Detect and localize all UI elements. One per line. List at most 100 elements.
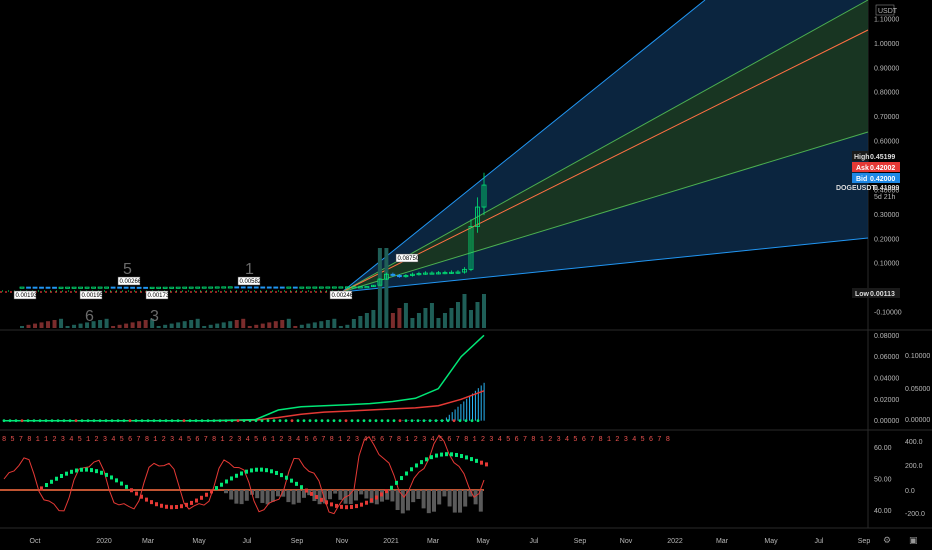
oscillator-step	[485, 462, 488, 467]
snapshot-icon[interactable]: ▣	[909, 536, 918, 546]
candle-body[interactable]	[397, 275, 402, 278]
quote-low-label: Low	[855, 291, 870, 298]
candle-body[interactable]	[65, 286, 70, 289]
candle-body[interactable]	[292, 286, 298, 289]
volume-bar	[98, 320, 103, 328]
volume-bar	[332, 318, 337, 328]
candle-body[interactable]	[71, 286, 77, 289]
momentum-dot	[470, 419, 474, 423]
candle-body[interactable]	[156, 286, 162, 289]
candle-body[interactable]	[331, 286, 337, 289]
candle-body[interactable]	[325, 286, 331, 289]
oscillator-step	[465, 455, 468, 460]
settings-icon[interactable]: ⚙	[883, 536, 891, 546]
candle-body[interactable]	[110, 286, 116, 289]
quote-high-label: High	[854, 154, 870, 161]
momentum-dot	[428, 419, 432, 423]
momentum-signal-line[interactable]	[4, 390, 485, 422]
candle-body[interactable]	[312, 286, 318, 289]
momentum-dot	[116, 419, 120, 423]
candle-body[interactable]	[175, 286, 181, 289]
candle-body[interactable]	[78, 286, 83, 289]
candle-body[interactable]	[39, 286, 44, 289]
volume-bar	[65, 326, 70, 328]
candle-body[interactable]	[26, 286, 31, 289]
oscillator-panel[interactable]	[0, 434, 488, 515]
candle-body[interactable]	[91, 286, 96, 289]
oscillator-step	[440, 452, 443, 457]
candle-body[interactable]	[32, 286, 38, 289]
momentum-dot	[2, 419, 6, 423]
volume-bar	[124, 323, 129, 328]
candle-body[interactable]	[221, 286, 227, 289]
candle-body[interactable]	[136, 286, 142, 289]
candle-body[interactable]	[104, 286, 109, 289]
candle-body[interactable]	[19, 286, 25, 289]
candle-body[interactable]	[162, 286, 168, 289]
candle-body[interactable]	[45, 286, 51, 289]
candle-body[interactable]	[299, 286, 305, 289]
candle-body[interactable]	[143, 286, 149, 289]
candle-body[interactable]	[201, 286, 207, 289]
candle-body[interactable]	[253, 286, 259, 289]
oscillator-step	[40, 486, 43, 491]
candle-body[interactable]	[169, 286, 175, 289]
price-tick: 0.20000	[874, 236, 899, 243]
momentum-axis[interactable]: 0.08000 0.06000 0.04000 0.02000 0.00000 0.100…	[874, 333, 930, 425]
candle-body[interactable]	[318, 286, 324, 289]
volume-bar	[306, 323, 311, 328]
candle-body[interactable]	[260, 286, 266, 289]
candle-body[interactable]	[279, 286, 285, 289]
candle-body[interactable]	[305, 286, 311, 289]
candle-body[interactable]	[123, 286, 129, 289]
oscillator-histogram-bar	[317, 490, 322, 505]
quote-high: High 0.45199	[852, 151, 895, 161]
chart-canvas[interactable]: 0.00193 0.00195 0.00266 0.00173 0.00582 0.002…	[0, 0, 932, 550]
candle-body[interactable]	[266, 286, 272, 289]
pitchfan[interactable]	[341, 0, 869, 293]
candle-body[interactable]	[214, 286, 220, 289]
candle-body[interactable]	[58, 286, 64, 289]
candle-body[interactable]	[130, 286, 136, 289]
oscillator-step	[175, 504, 178, 509]
candle-body[interactable]	[149, 286, 155, 289]
candle-body[interactable]	[286, 286, 292, 289]
candle-body[interactable]	[52, 286, 57, 289]
candle-body[interactable]	[227, 286, 233, 289]
candle-body[interactable]	[247, 286, 253, 289]
momentum-dot	[32, 419, 36, 423]
momentum-tick: 0.02000	[874, 397, 899, 404]
oscillator-step	[75, 468, 78, 473]
momentum-dot	[290, 419, 294, 423]
oscillator-step	[275, 470, 278, 475]
candle-body[interactable]	[390, 273, 396, 276]
momentum-dot	[236, 419, 240, 423]
volume-bar	[397, 308, 402, 328]
candle-body[interactable]	[188, 286, 194, 289]
oscillator-step	[125, 484, 128, 489]
oscillator-step	[115, 478, 118, 483]
volume-bar	[39, 322, 44, 328]
oscillator-step	[280, 473, 283, 478]
volume-bar	[104, 318, 109, 328]
candle-body[interactable]	[208, 286, 214, 289]
candle-body[interactable]	[338, 286, 344, 289]
oscillator-step	[340, 504, 343, 509]
time-axis[interactable]: Oct 2020 Mar May Jul Sep Nov 2021 Mar May Jul Sep No…	[30, 538, 871, 545]
momentum-dot	[326, 419, 330, 423]
oscillator-step	[50, 479, 53, 484]
candle-body[interactable]	[84, 286, 90, 289]
candle-body[interactable]	[195, 286, 201, 289]
oscillator-axis[interactable]: 60.00 50.00 40.00 400.0 200.0 0.0 -200.0	[874, 439, 925, 518]
oscillator-step	[290, 478, 293, 483]
candle-body[interactable]	[97, 286, 103, 289]
candle-body[interactable]	[240, 286, 246, 289]
candle-body[interactable]	[273, 286, 279, 289]
candle-body[interactable]	[117, 286, 123, 289]
candle-body[interactable]	[182, 286, 188, 289]
momentum-dot	[146, 419, 150, 423]
momentum-lines[interactable]	[4, 334, 485, 422]
volume-bar	[117, 324, 122, 328]
candle-body[interactable]	[234, 286, 240, 289]
currency-label: USDT	[878, 8, 898, 15]
